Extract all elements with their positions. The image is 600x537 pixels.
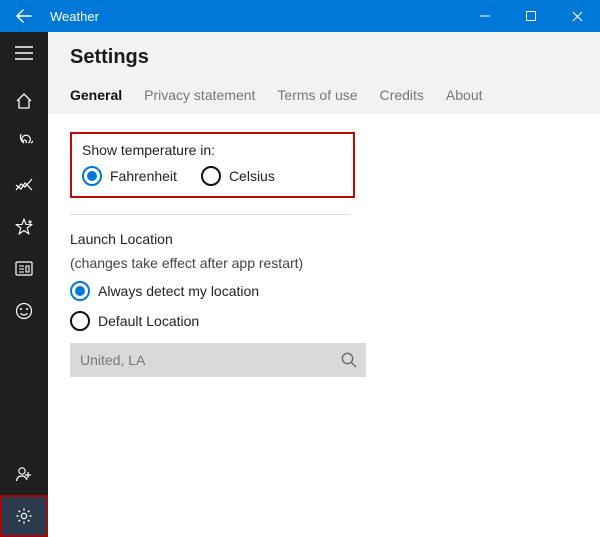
search-value: United, LA xyxy=(80,352,340,368)
radio-celsius[interactable]: Celsius xyxy=(201,166,275,186)
minimize-icon xyxy=(480,11,490,21)
maximize-icon xyxy=(526,11,536,21)
feedback-icon xyxy=(15,302,33,320)
menu-icon xyxy=(15,46,33,60)
minimize-button[interactable] xyxy=(462,0,508,32)
radar-icon xyxy=(15,134,33,152)
close-button[interactable] xyxy=(554,0,600,32)
sidebar xyxy=(0,32,48,537)
window-controls xyxy=(462,0,600,32)
settings-panel: Settings General Privacy statement Terms… xyxy=(48,32,600,537)
settings-header: Settings General Privacy statement Terms… xyxy=(48,32,600,114)
sidebar-trends[interactable] xyxy=(0,164,48,206)
page-title: Settings xyxy=(70,46,578,69)
divider xyxy=(70,214,350,215)
settings-tabs: General Privacy statement Terms of use C… xyxy=(70,87,578,113)
settings-icon xyxy=(15,507,33,525)
radio-icon xyxy=(82,166,102,186)
titlebar: Weather xyxy=(0,0,600,32)
radio-default-location[interactable]: Default Location xyxy=(70,311,578,331)
radio-fahrenheit[interactable]: Fahrenheit xyxy=(82,166,177,186)
sidebar-contact[interactable] xyxy=(0,453,48,495)
temperature-section: Show temperature in: Fahrenheit Celsius xyxy=(70,132,355,198)
back-arrow-icon xyxy=(16,8,32,24)
news-icon xyxy=(15,261,33,277)
trend-icon xyxy=(15,176,33,194)
home-icon xyxy=(15,92,33,110)
close-icon xyxy=(572,11,583,22)
tab-terms[interactable]: Terms of use xyxy=(277,87,357,103)
radio-icon xyxy=(70,311,90,331)
contact-icon xyxy=(15,465,33,483)
app-title: Weather xyxy=(48,9,99,24)
favorites-icon xyxy=(15,218,33,236)
radio-label: Celsius xyxy=(229,168,275,184)
tab-about[interactable]: About xyxy=(446,87,483,103)
sidebar-menu[interactable] xyxy=(0,32,48,74)
radio-icon xyxy=(201,166,221,186)
sidebar-settings[interactable] xyxy=(0,495,48,537)
radio-label: Always detect my location xyxy=(98,283,259,299)
radio-icon xyxy=(70,281,90,301)
temperature-label: Show temperature in: xyxy=(82,142,343,158)
tab-general[interactable]: General xyxy=(70,87,122,103)
sidebar-feedback[interactable] xyxy=(0,290,48,332)
tab-credits[interactable]: Credits xyxy=(380,87,424,103)
search-icon xyxy=(340,351,358,369)
settings-body: Show temperature in: Fahrenheit Celsius … xyxy=(48,114,600,395)
tab-privacy[interactable]: Privacy statement xyxy=(144,87,255,103)
maximize-button[interactable] xyxy=(508,0,554,32)
back-button[interactable] xyxy=(0,0,48,32)
radio-label: Fahrenheit xyxy=(110,168,177,184)
radio-label: Default Location xyxy=(98,313,199,329)
launch-note: (changes take effect after app restart) xyxy=(70,255,578,271)
sidebar-home[interactable] xyxy=(0,80,48,122)
sidebar-favorites[interactable] xyxy=(0,206,48,248)
sidebar-radar[interactable] xyxy=(0,122,48,164)
sidebar-news[interactable] xyxy=(0,248,48,290)
launch-label: Launch Location xyxy=(70,231,578,247)
location-search-input[interactable]: United, LA xyxy=(70,343,366,377)
radio-always-detect[interactable]: Always detect my location xyxy=(70,281,578,301)
